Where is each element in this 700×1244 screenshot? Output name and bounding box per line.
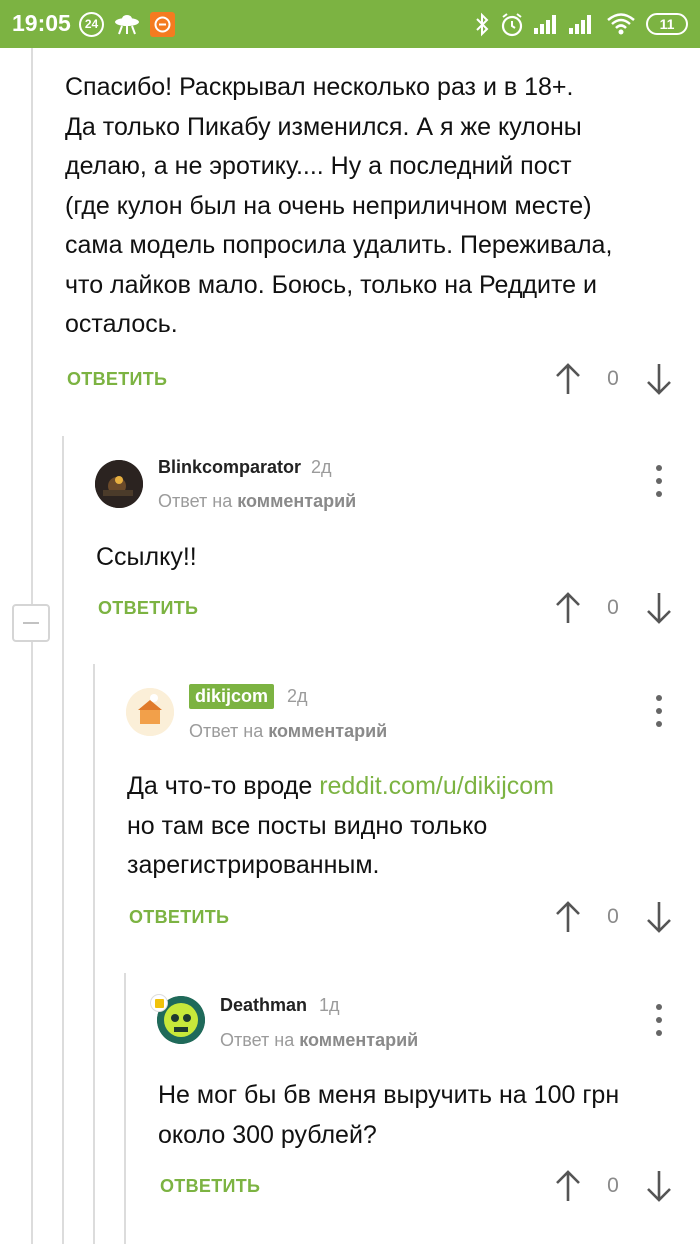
vote-score: 0 bbox=[607, 596, 619, 619]
comment-age: 2д bbox=[311, 457, 332, 477]
reply-to-prefix: Ответ на bbox=[220, 1030, 295, 1050]
ufo-app-icon bbox=[114, 12, 140, 41]
thread-line-level-1 bbox=[31, 48, 33, 1244]
more-vertical-icon[interactable] bbox=[654, 465, 664, 499]
username[interactable]: Blinkcomparator bbox=[158, 457, 301, 478]
reply-to-label: Ответ на комментарий bbox=[158, 491, 356, 512]
more-vertical-icon[interactable] bbox=[654, 695, 664, 729]
comment-line: около 300 рублей? bbox=[158, 1120, 377, 1149]
alarm-icon bbox=[499, 12, 525, 43]
comment-text-part: Да что-то вроде bbox=[127, 772, 320, 800]
reply-to-target-link[interactable]: комментарий bbox=[299, 1030, 418, 1050]
status-bar: 19:05 24 11 bbox=[0, 0, 700, 48]
arrow-down-icon[interactable] bbox=[646, 362, 672, 396]
avatar[interactable] bbox=[95, 460, 143, 508]
vote-score: 0 bbox=[607, 1174, 619, 1197]
comment-age: 2д bbox=[287, 686, 308, 706]
arrow-down-icon[interactable] bbox=[646, 900, 672, 934]
comment-body: Ссылку!! bbox=[96, 543, 197, 571]
comment-line: но там все посты видно только bbox=[127, 811, 488, 840]
arrow-up-icon[interactable] bbox=[555, 900, 581, 934]
reply-to-label: Ответ на комментарий bbox=[189, 721, 387, 742]
signal-icon-1 bbox=[533, 12, 561, 41]
arrow-up-icon[interactable] bbox=[555, 591, 581, 625]
username[interactable]: Deathman bbox=[220, 995, 307, 1016]
collapse-thread-button[interactable] bbox=[12, 604, 50, 642]
profile-link[interactable]: reddit.com/u/dikijcom bbox=[319, 772, 554, 800]
more-vertical-icon[interactable] bbox=[654, 1004, 664, 1038]
comment-line: Да только Пикабу изменился. А я же кулон… bbox=[65, 112, 582, 141]
reply-to-prefix: Ответ на bbox=[189, 721, 264, 741]
comment-line: делаю, а не эротику.... Ну а последний п… bbox=[65, 152, 572, 180]
vote-score: 0 bbox=[607, 905, 619, 928]
store-app-icon bbox=[150, 12, 175, 37]
arrow-down-icon[interactable] bbox=[646, 591, 672, 625]
wifi-icon bbox=[606, 12, 636, 41]
battery-indicator: 11 bbox=[646, 13, 688, 35]
arrow-up-icon[interactable] bbox=[555, 1169, 581, 1203]
comment-line: Спасибо! Раскрывал несколько раз и в 18+… bbox=[65, 73, 574, 101]
comment-line: зарегистрированным. bbox=[127, 851, 380, 879]
comment-body: Не мог бы бв меня выручить на 100 грн ок… bbox=[158, 1076, 619, 1155]
comment-line: что лайков мало. Боюсь, только на Реддит… bbox=[65, 270, 597, 299]
comment-body: Да что-то вроде reddit.com/u/dikijcom но… bbox=[127, 767, 554, 886]
file-icon bbox=[155, 999, 164, 1008]
reply-to-target-link[interactable]: комментарий bbox=[237, 491, 356, 511]
bluetooth-icon bbox=[474, 12, 490, 43]
thread-line-level-4 bbox=[124, 973, 126, 1244]
reply-button[interactable]: ОТВЕТИТЬ bbox=[67, 369, 167, 390]
comment-line: сама модель попросила удалить. Переживал… bbox=[65, 231, 613, 259]
comment-line: осталось. bbox=[65, 310, 178, 338]
reply-button[interactable]: ОТВЕТИТЬ bbox=[98, 598, 198, 619]
status-badge bbox=[150, 994, 168, 1012]
reply-button[interactable]: ОТВЕТИТЬ bbox=[160, 1176, 260, 1197]
reply-to-prefix: Ответ на bbox=[158, 491, 233, 511]
comment-age: 1д bbox=[319, 995, 340, 1015]
arrow-down-icon[interactable] bbox=[646, 1169, 672, 1203]
reply-to-label: Ответ на комментарий bbox=[220, 1030, 418, 1051]
notification-count-badge: 24 bbox=[79, 12, 104, 37]
arrow-up-icon[interactable] bbox=[555, 362, 581, 396]
comment-line: (где кулон был на очень неприличном мест… bbox=[65, 191, 592, 220]
comment-line: Не мог бы бв меня выручить на 100 грн bbox=[158, 1081, 620, 1109]
comment-body: Спасибо! Раскрывал несколько раз и в 18+… bbox=[65, 68, 612, 345]
thread-line-level-2 bbox=[62, 436, 64, 1244]
signal-icon-2 bbox=[568, 12, 596, 41]
username[interactable]: dikijcom bbox=[189, 684, 275, 709]
reply-to-target-link[interactable]: комментарий bbox=[268, 721, 387, 741]
comment-line: Да что-то вроде reddit.com/u/dikijcom bbox=[127, 767, 554, 807]
reply-button[interactable]: ОТВЕТИТЬ bbox=[129, 907, 229, 928]
avatar[interactable] bbox=[126, 688, 174, 736]
clock: 19:05 bbox=[12, 10, 71, 36]
vote-score: 0 bbox=[607, 367, 619, 390]
thread-line-level-3 bbox=[93, 664, 95, 1244]
